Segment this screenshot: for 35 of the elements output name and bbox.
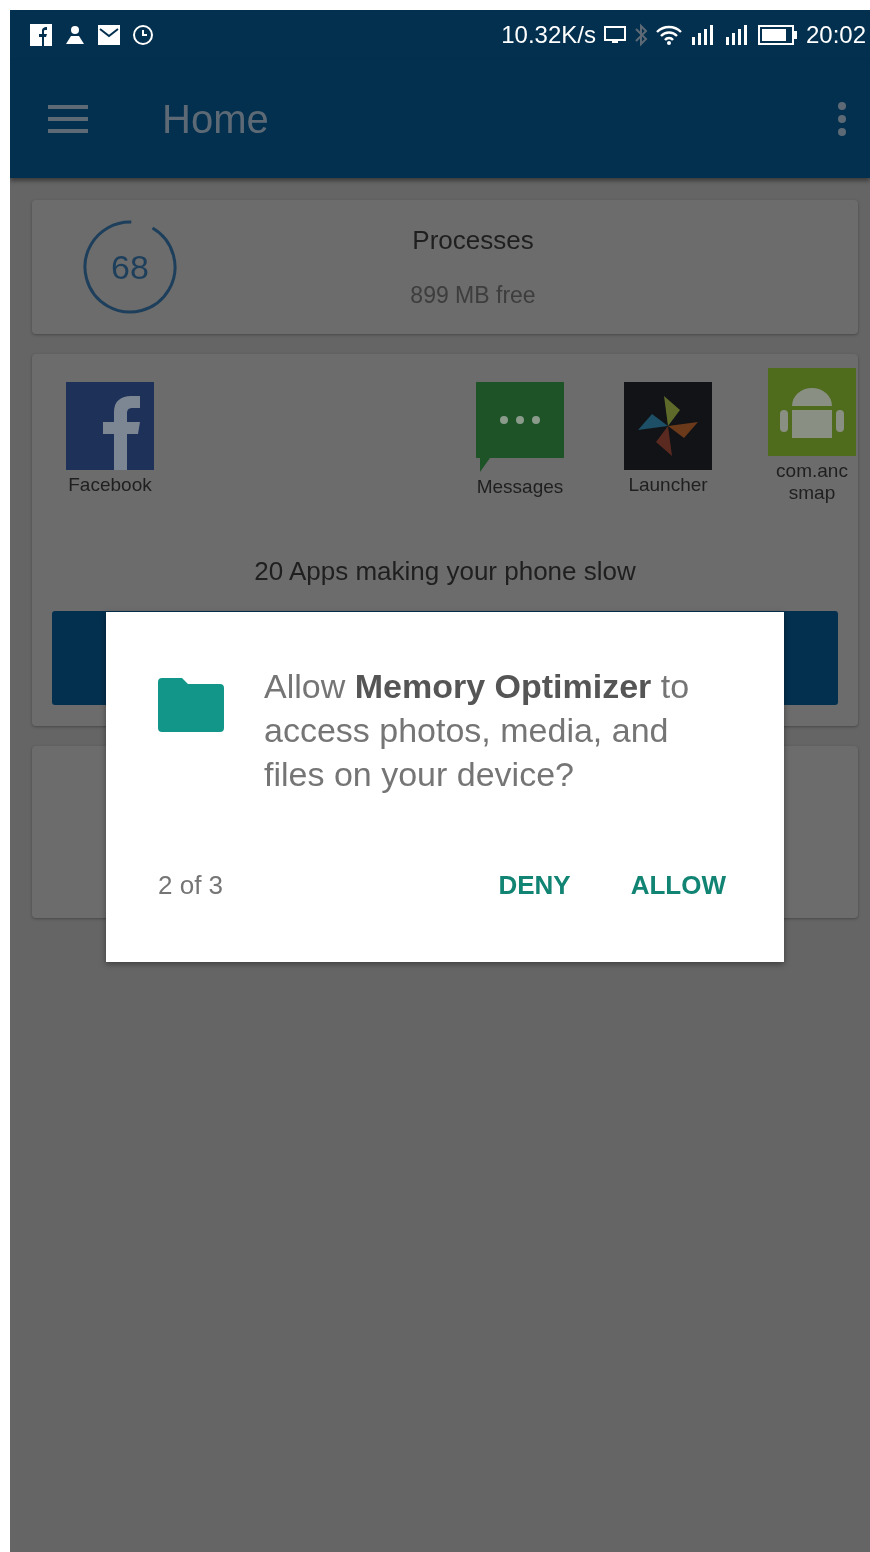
- wifi-icon: [655, 25, 682, 45]
- android-app-icon: [768, 368, 856, 456]
- app-tile[interactable]: com.anc smap: [766, 368, 858, 504]
- bluetooth-icon: [633, 23, 648, 47]
- signal-icon: [689, 25, 716, 45]
- app-tile[interactable]: Facebook: [60, 382, 160, 504]
- person-icon: [64, 24, 86, 46]
- signal-icon: [723, 25, 750, 45]
- clock-icon: [132, 24, 154, 46]
- messages-app-icon: [476, 382, 564, 472]
- facebook-icon: [30, 24, 52, 46]
- deny-button[interactable]: DENY: [498, 862, 571, 909]
- screen-title: Home: [162, 96, 269, 142]
- app-tile[interactable]: Messages: [470, 382, 570, 504]
- menu-icon[interactable]: [48, 105, 88, 133]
- pinwheel-app-icon: [624, 382, 712, 470]
- request-counter: 2 of 3: [158, 870, 224, 901]
- process-count: 68: [111, 247, 149, 287]
- slow-apps-message: 20 Apps making your phone slow: [253, 556, 637, 587]
- more-options-icon[interactable]: [838, 102, 846, 136]
- app-tile[interactable]: Launcher: [618, 382, 718, 504]
- clock-time: 20:02: [805, 21, 866, 49]
- folder-icon: [158, 678, 224, 732]
- processes-title: Processes: [412, 225, 534, 256]
- screen-cast-icon: [603, 26, 626, 44]
- app-name: com.anc smap: [776, 460, 848, 504]
- battery-icon: [757, 25, 798, 45]
- mail-icon: [98, 25, 120, 45]
- permission-message: Allow Memory Optimizer to access photos, media, and files on your device?: [264, 666, 691, 795]
- app-name: Facebook: [68, 474, 152, 496]
- network-speed: 10.32K/s: [501, 21, 596, 49]
- facebook-app-icon: [66, 382, 154, 470]
- app-name: Launcher: [628, 474, 708, 496]
- app-name: Messages: [476, 476, 564, 498]
- allow-button[interactable]: ALLOW: [630, 862, 726, 909]
